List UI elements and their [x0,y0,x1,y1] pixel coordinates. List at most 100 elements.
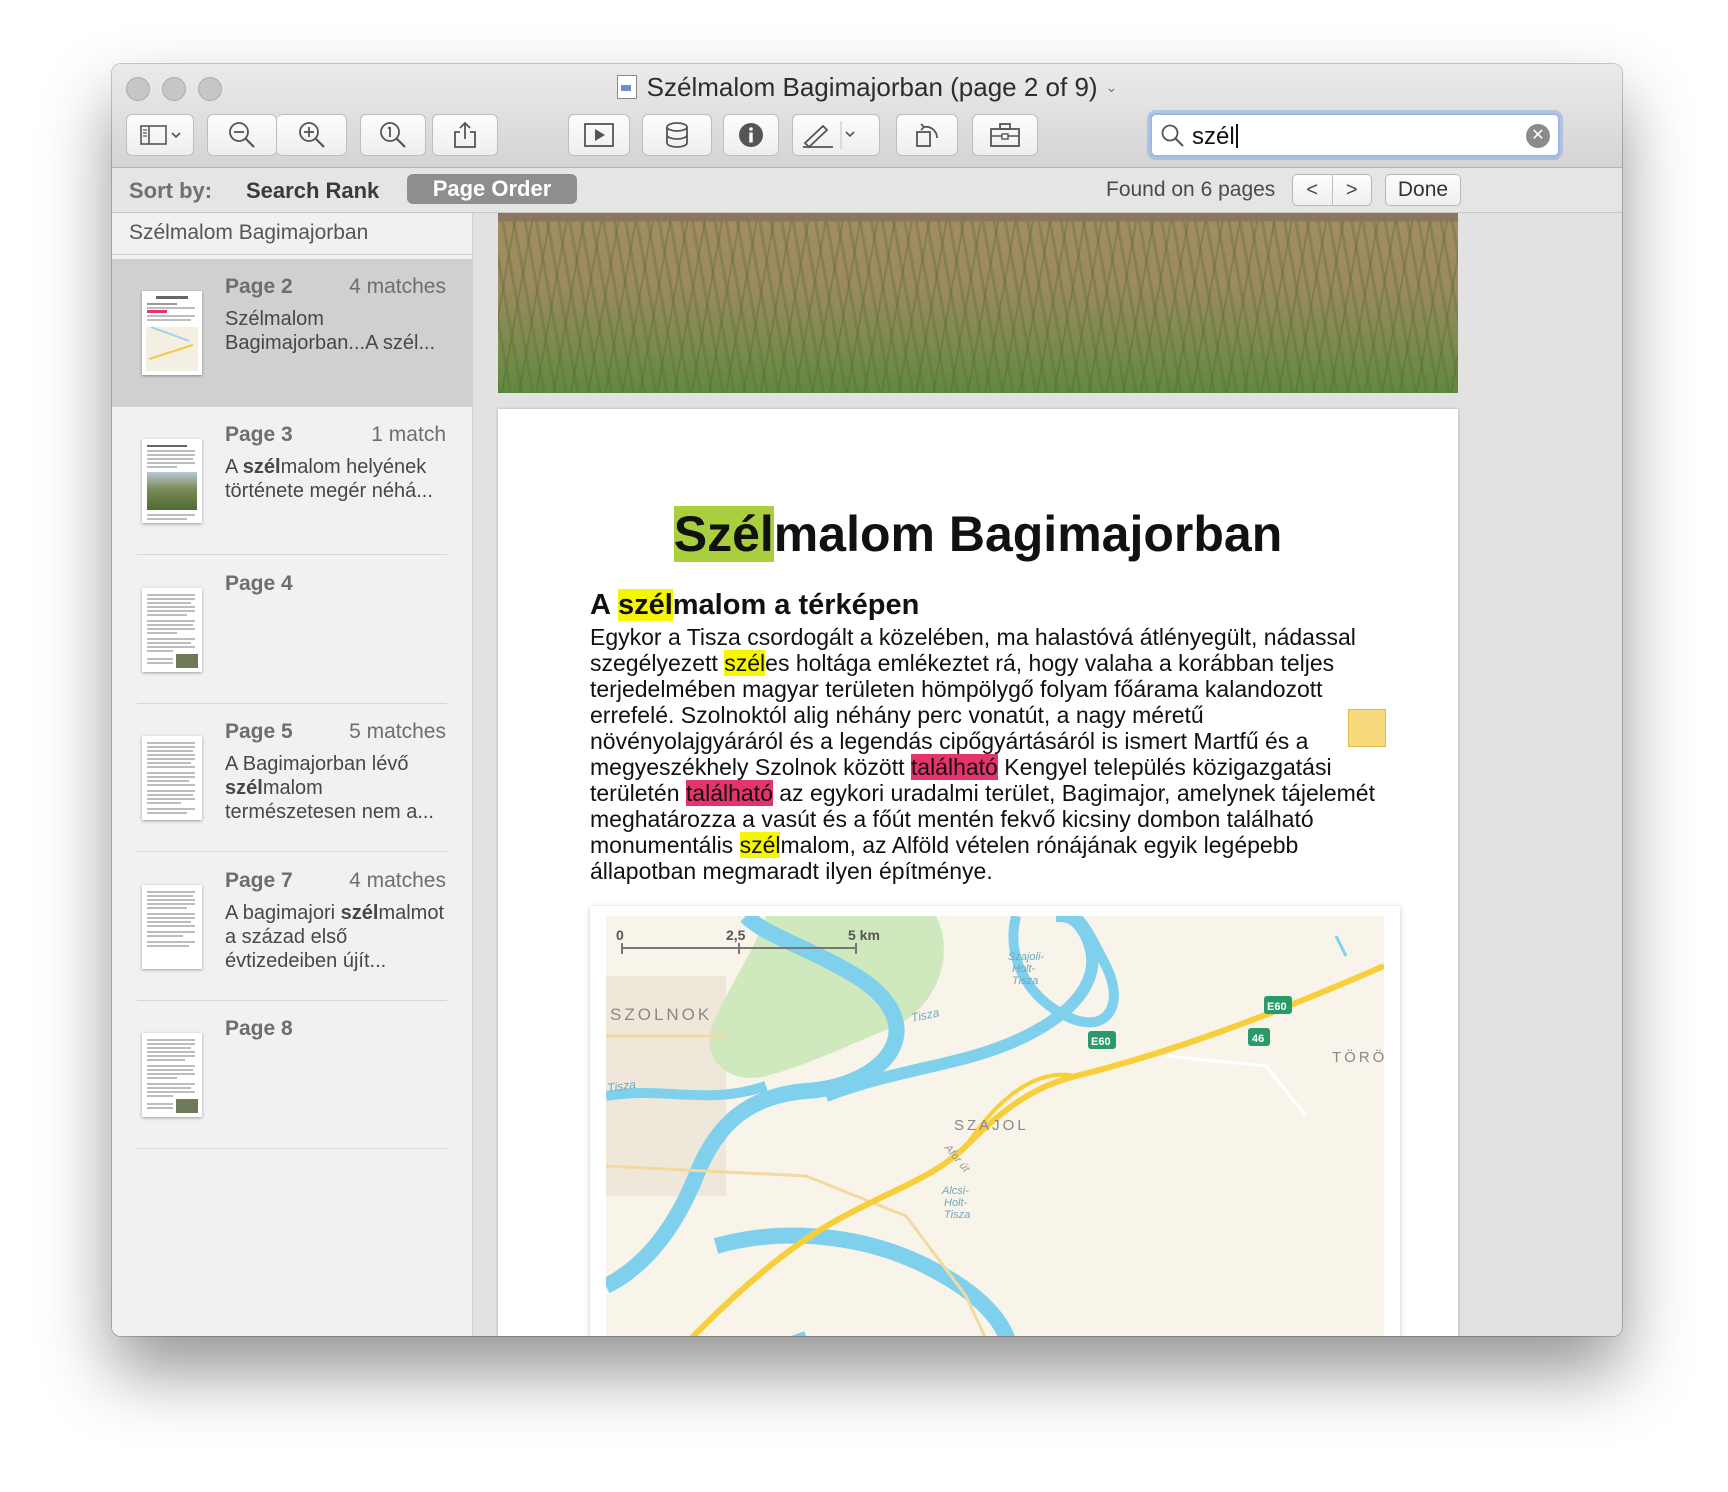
paragraph-text: monumentális [590,832,740,858]
clear-search-icon[interactable]: ✕ [1526,124,1550,148]
search-input[interactable]: szél [1192,123,1238,151]
result-snippet: A szélmalom helyének története megér néh… [225,456,433,502]
rotate-button[interactable] [896,114,958,156]
section-heading: A szélmalom a térképen [590,589,920,621]
search-result-page-3[interactable]: Page 3 1 match A szélmalom helyének tört… [112,407,472,555]
titlebar: Szélmalom Bagimajorban (page 2 of 9) ⌄ s… [112,64,1622,168]
paragraph-text: az egykori uradalmi terület, Bagimajor, … [772,780,1375,806]
paragraph-text: meghatározza a vasút és a főút mentén fe… [590,806,1314,832]
match-highlight: található [685,780,773,806]
map-figure: 0 2,5 5 km SZOLNOK SZAJOL TÖRÖK Tisza Ti… [590,906,1400,1336]
share-icon [454,121,476,148]
paragraph-text: megyeszékhely Szolnok között [590,754,911,780]
search-field[interactable]: szél ✕ [1150,113,1560,157]
paragraph-line: errefelé. Szolnoktól alig néhány perc vo… [590,702,1380,728]
map-graphic: 0 2,5 5 km SZOLNOK SZAJOL TÖRÖK Tisza Ti… [606,916,1384,1336]
result-page-label: Page 4 [225,572,293,595]
match-highlight: szél [724,650,766,676]
map: 0 2,5 5 km SZOLNOK SZAJOL TÖRÖK Tisza Ti… [606,916,1384,1336]
found-count-label: Found on 6 pages [1106,178,1276,201]
paragraph-text: szegélyezett [590,650,725,676]
paragraph-text: errefelé. Szolnoktól alig néhány perc vo… [590,702,1204,728]
sort-search-rank-button[interactable]: Search Rank [246,178,379,204]
result-navigation: < > [1292,174,1372,206]
sidebar-document-title: Szélmalom Bagimajorban [129,221,369,244]
result-snippet: Szélmalom Bagimajorban...A szél... [225,308,436,354]
search-result-page-2[interactable]: Page 2 4 matches Szélmalom Bagimajorban.… [112,259,472,407]
body-paragraph: Egykor a Tisza csordogált a közelében, m… [590,624,1380,884]
sort-page-order-button[interactable]: Page Order [407,174,577,204]
search-result-page-5[interactable]: Page 5 5 matches A Bagimajorban lévő szé… [112,704,472,852]
result-snippet: A Bagimajorban lévő szélmalom természete… [225,753,434,823]
document-view[interactable]: Szélmalom Bagimajorban A szélmalom a tér… [473,213,1622,1336]
markup-button[interactable] [792,114,880,156]
scale-label-mid: 2,5 [726,927,746,943]
annotate-stack-button[interactable] [642,114,712,156]
result-page-label: Page 8 [225,1017,293,1040]
paragraph-line: állapotban megmaradt ilyen építménye. [590,858,1380,884]
search-results-bar: Sort by: Search Rank Page Order Found on… [112,168,1622,213]
result-page-label: Page 2 [225,275,293,298]
paragraph-line: monumentális szélmalom, az Alföld vétele… [590,832,1380,858]
toolbox-button[interactable] [972,114,1038,156]
paragraph-text: területén [590,780,686,806]
paragraph-text: es holtága emlékeztet rá, hogy valaha a … [765,650,1335,676]
divider [137,851,447,852]
paragraph-text: Egykor a Tisza csordogált a közelében, m… [590,624,1356,650]
lake-label-szajoli-2: Holt- [1012,963,1036,975]
paragraph-line: növényolajgyáráról és a legendás cipőgyá… [590,728,1380,754]
search-result-page-4[interactable]: Page 4 [112,556,472,704]
zoom-in-icon [298,122,325,148]
text-caret [1235,124,1238,148]
paragraph-line: terjedelmében magyar területen hömpölygő… [590,676,1380,702]
current-match-highlight: Szél [673,506,774,562]
page-title: Szélmalom Bagimajorban [673,506,1283,562]
zoom-out-button[interactable] [207,114,277,156]
city-label-szolnok: SZOLNOK [610,1005,712,1024]
lake-label-alcsi-3: Tisza [944,1209,970,1221]
chevron-down-icon: ⌄ [1105,79,1118,95]
result-page-label: Page 7 [225,869,293,892]
window-title[interactable]: Szélmalom Bagimajorban (page 2 of 9) ⌄ [112,72,1622,103]
paragraph-text: Kengyel település közigazgatási [997,754,1332,780]
result-match-count: 5 matches [349,720,446,743]
result-page-label: Page 5 [225,720,293,743]
page-thumbnail [142,291,202,375]
search-result-page-7[interactable]: Page 7 4 matches A bagimajori szélmalmot… [112,853,472,1001]
lake-label-szajoli-1: Szajoli- [1008,951,1044,963]
page-thumbnail [142,885,202,969]
zoom-in-button[interactable] [277,114,347,156]
lake-label-szajoli-3: Tisza [1012,975,1038,987]
sidebar-view-button[interactable] [126,114,194,156]
previous-result-button[interactable]: < [1293,175,1332,205]
lake-label-alcsi-2: Holt- [944,1197,968,1209]
result-page-label: Page 3 [225,423,293,446]
route-label-e60-a: E60 [1091,1036,1111,1048]
scale-label-end: 5 km [848,927,880,943]
scale-label-0: 0 [616,927,624,943]
done-button[interactable]: Done [1385,174,1461,206]
note-annotation-icon[interactable] [1348,709,1386,747]
paragraph-line: meghatározza a vasút és a főút mentén fe… [590,806,1380,832]
pen-icon [803,121,855,149]
search-result-page-8[interactable]: Page 8 [112,1001,472,1149]
paragraph-text: terjedelmében magyar területen hömpölygő… [590,676,1323,702]
actual-size-button[interactable] [360,114,426,156]
divider [137,1148,447,1149]
info-button[interactable] [723,114,779,156]
slideshow-button[interactable] [568,114,630,156]
result-match-count: 4 matches [349,869,446,892]
route-label-46: 46 [1252,1033,1264,1045]
search-icon [1161,124,1184,147]
share-button[interactable] [432,114,498,156]
page-thumbnail [142,439,202,523]
paragraph-line: Egykor a Tisza csordogált a közelében, m… [590,624,1380,650]
actual-size-icon [380,122,406,148]
lake-label-alcsi-1: Alcsi- [941,1185,969,1197]
rotate-icon [916,123,938,147]
page-thumbnail [142,588,202,672]
next-result-button[interactable]: > [1331,175,1372,205]
city-label-szajol: SZAJOL [954,1117,1029,1134]
zoom-out-icon [229,122,255,148]
result-match-count: 1 match [371,423,446,446]
